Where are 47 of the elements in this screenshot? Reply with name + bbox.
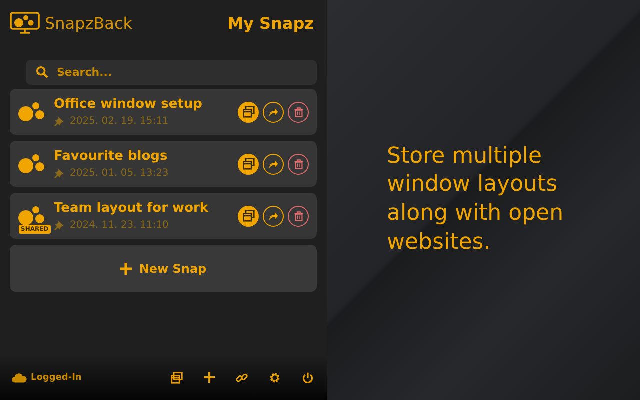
pin-icon: [54, 220, 65, 231]
restore-button[interactable]: [238, 154, 259, 174]
delete-button[interactable]: [288, 154, 309, 174]
snap-date: 2024. 11. 23. 11:10: [70, 220, 169, 231]
windows-icon: [242, 210, 254, 222]
snap-date: 2025. 02. 19. 15:11: [70, 116, 169, 127]
share-arrow-icon: [268, 106, 279, 118]
plus-icon: [120, 262, 132, 274]
power-icon[interactable]: [302, 372, 314, 384]
snap-icon: [17, 153, 47, 175]
snap-title: Favourite blogs: [54, 149, 169, 164]
trash-icon: [294, 158, 304, 170]
snap-icon: [17, 205, 47, 227]
restore-button[interactable]: [238, 206, 259, 226]
app-name: SnapzBack: [45, 14, 132, 32]
delete-button[interactable]: [288, 206, 309, 226]
snap-card[interactable]: Office window setup 2025. 02. 19. 15:11: [10, 89, 317, 135]
settings-icon[interactable]: [269, 372, 281, 384]
login-status: Logged-In: [31, 372, 82, 382]
logo-icon: [10, 12, 40, 34]
restore-button[interactable]: [238, 102, 259, 122]
add-icon[interactable]: [204, 372, 215, 383]
windows-icon[interactable]: [171, 372, 183, 384]
new-snap-button[interactable]: New Snap: [10, 245, 317, 292]
link-icon[interactable]: [236, 372, 248, 384]
snap-title: Team layout for work: [54, 201, 210, 216]
share-button[interactable]: [263, 206, 284, 226]
tagline: Store multiple window layouts along with open websites.: [387, 142, 565, 257]
snap-title: Office window setup: [54, 97, 204, 112]
share-button[interactable]: [263, 102, 284, 122]
snap-date: 2025. 01. 05. 13:23: [70, 168, 169, 179]
page-title: My Snapz: [228, 14, 314, 32]
search-icon: [36, 66, 49, 79]
pin-icon: [54, 168, 65, 179]
snap-icon: [17, 101, 47, 123]
trash-icon: [294, 106, 304, 118]
search-field[interactable]: Search...: [26, 60, 317, 85]
snap-card[interactable]: Favourite blogs 2025. 01. 05. 13:23: [10, 141, 317, 187]
delete-button[interactable]: [288, 102, 309, 122]
windows-icon: [242, 158, 254, 170]
trash-icon: [294, 210, 304, 222]
cloud-icon: [12, 372, 27, 382]
windows-icon: [242, 106, 254, 118]
pin-icon: [54, 116, 65, 127]
share-button[interactable]: [263, 154, 284, 174]
share-arrow-icon: [268, 158, 279, 170]
share-arrow-icon: [268, 210, 279, 222]
